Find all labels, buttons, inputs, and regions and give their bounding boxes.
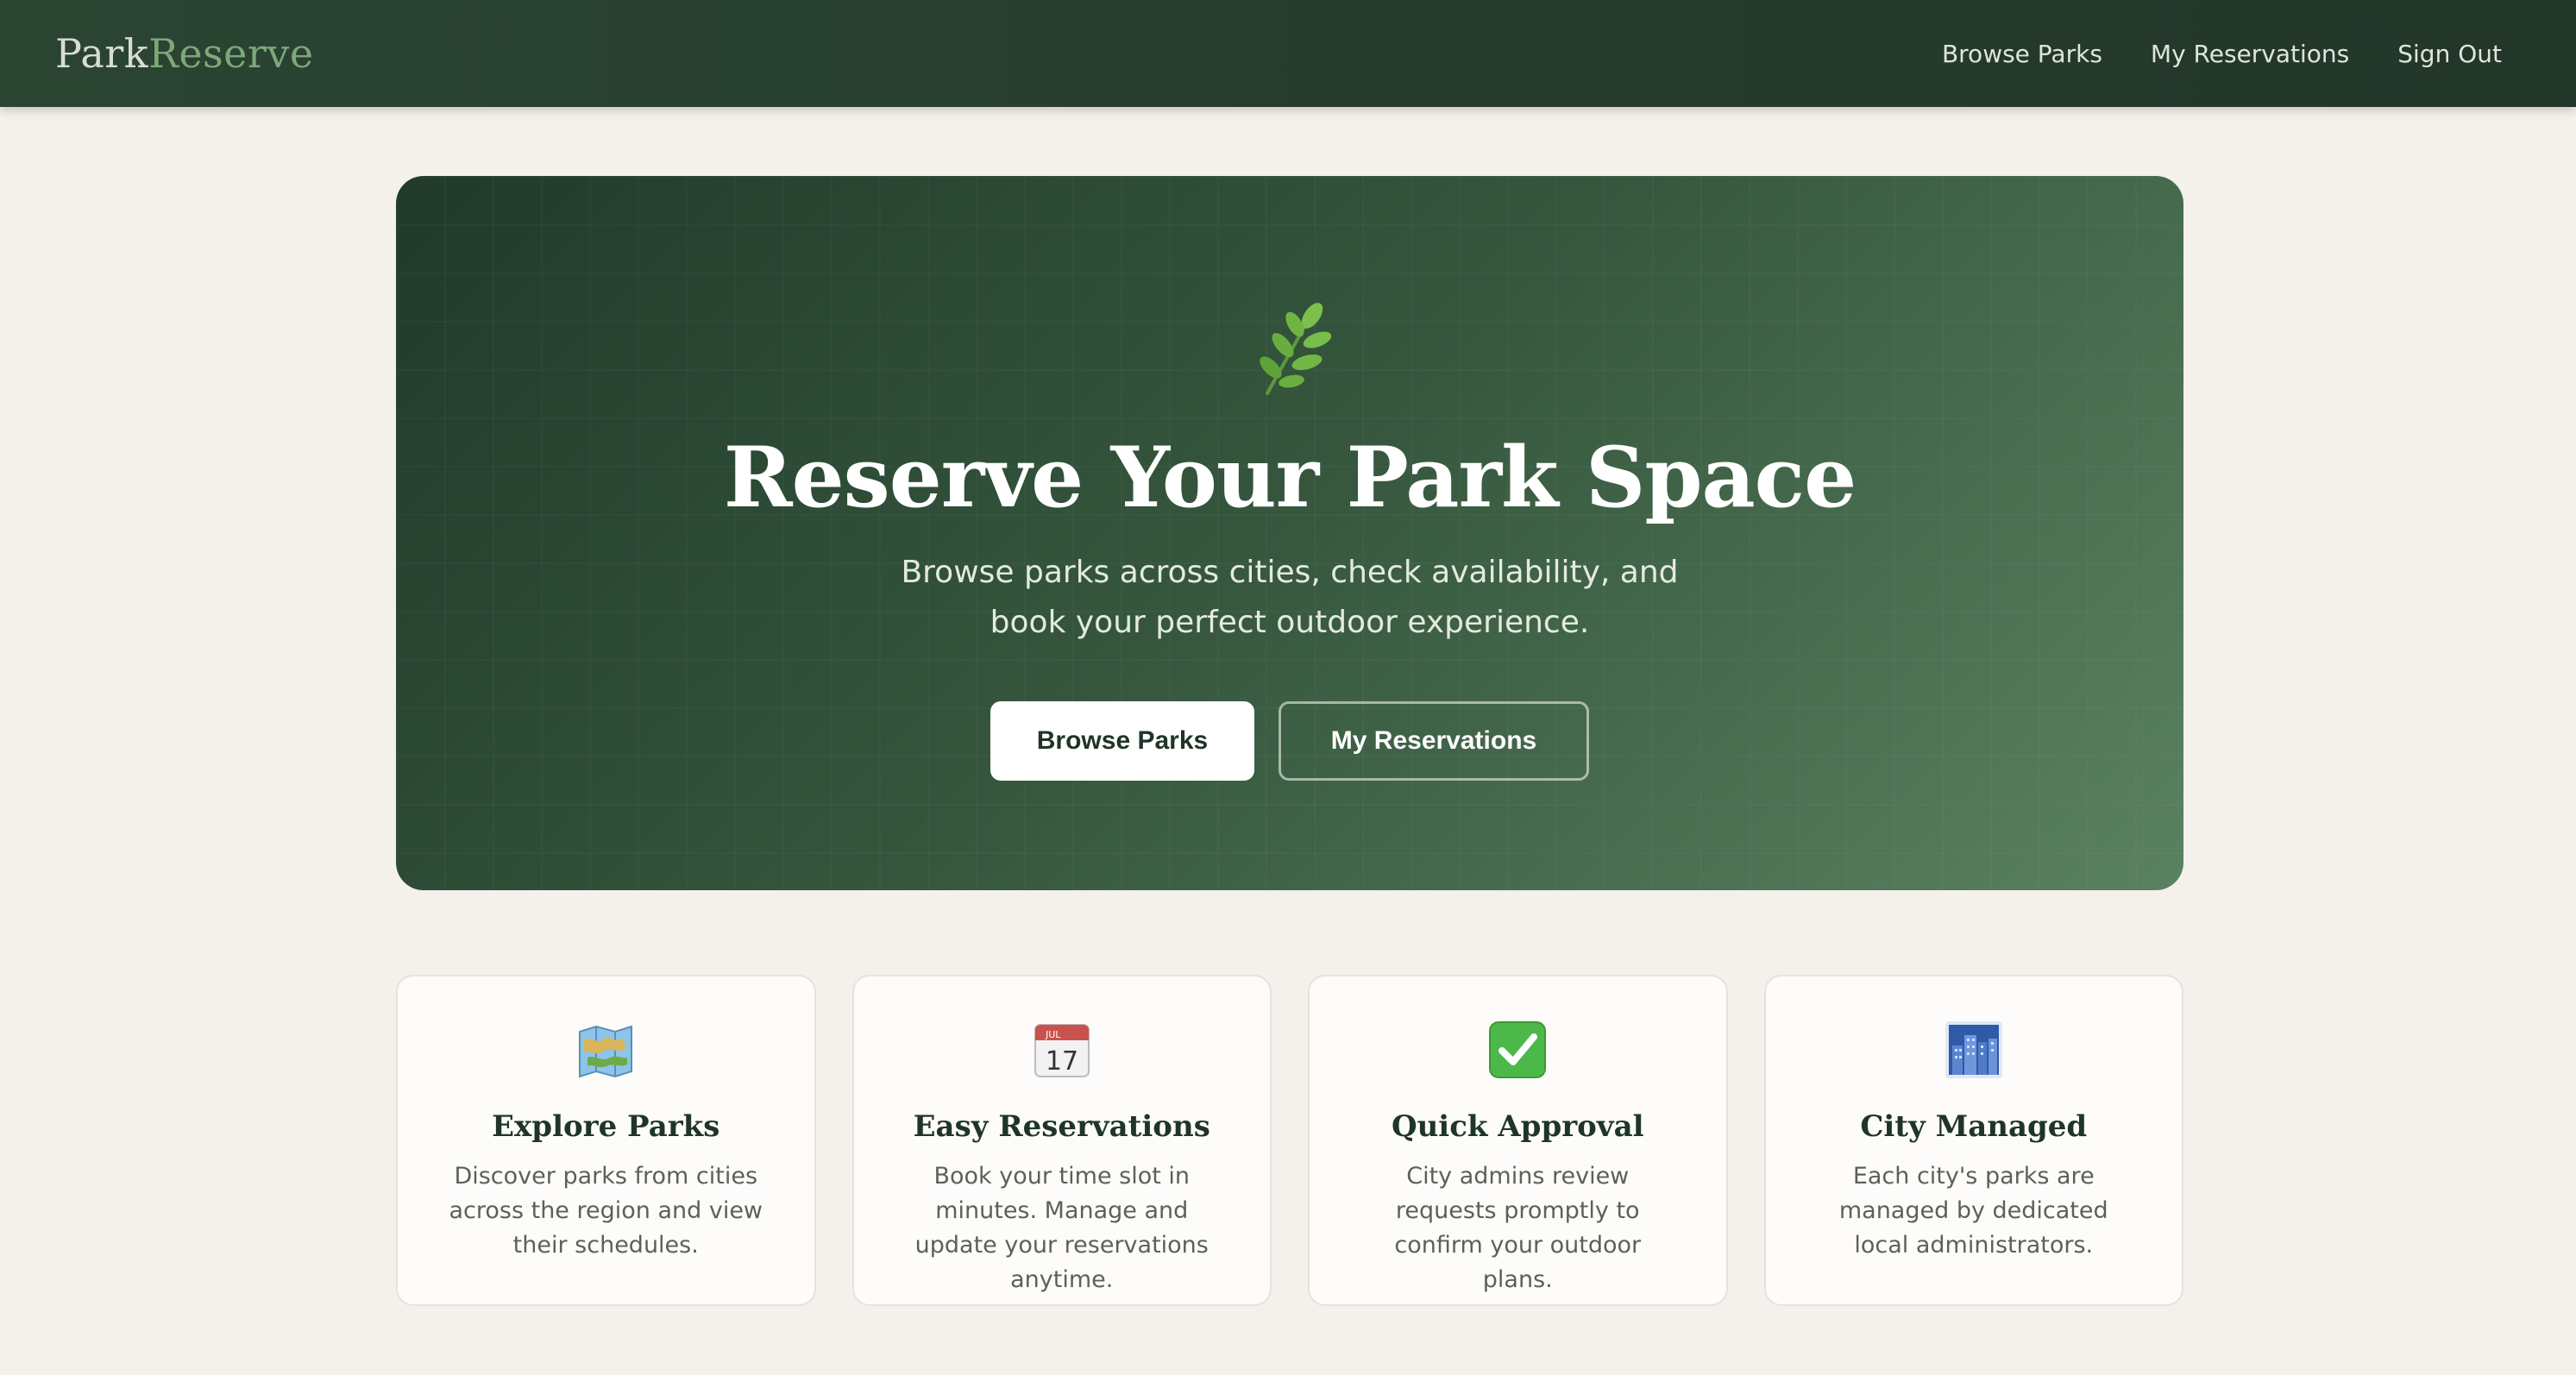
check-mark-icon <box>1489 1021 1547 1078</box>
hero-content: Reserve Your Park Space Browse parks acr… <box>396 176 2183 890</box>
hero-title: Reserve Your Park Space <box>723 429 1857 526</box>
logo-text-reserve: Reserve <box>148 30 314 77</box>
nav-links: Browse Parks My Reservations Sign Out <box>1942 40 2502 68</box>
browse-parks-button[interactable]: Browse Parks <box>990 700 1254 781</box>
feature-description: Each city's parks are managed by dedicat… <box>1838 1163 2108 1259</box>
feature-description: Discover parks from cities across the re… <box>449 1163 763 1259</box>
features-section: Explore Parks Discover parks from cities… <box>396 975 2183 1306</box>
calendar-day-text: 17 <box>1046 1046 1078 1077</box>
my-reservations-button[interactable]: My Reservations <box>1279 700 1589 781</box>
feature-card-city-managed: City Managed Each city's parks are manag… <box>1763 975 2183 1306</box>
leaf-branch-icon <box>1260 303 1332 395</box>
feature-description: City admins review requests promptly to … <box>1394 1163 1642 1293</box>
nav-link-browse-parks[interactable]: Browse Parks <box>1942 40 2102 68</box>
nav-link-my-reservations[interactable]: My Reservations <box>2151 40 2349 68</box>
feature-title: Easy Reservations <box>913 1109 1210 1144</box>
logo-text-park: Park <box>55 30 149 77</box>
brand-logo[interactable]: Park Reserve <box>55 30 314 77</box>
feature-card-explore-parks: Explore Parks Discover parks from cities… <box>396 975 816 1306</box>
map-icon <box>579 1025 633 1078</box>
top-navbar: Park Reserve Browse Parks My Reservations… <box>0 0 2576 107</box>
feature-title: Explore Parks <box>492 1109 720 1144</box>
nav-link-sign-out[interactable]: Sign Out <box>2397 40 2502 68</box>
hero-subtitle: Browse parks across cities, check availa… <box>901 554 1679 640</box>
feature-description: Book your time slot in minutes. Manage a… <box>914 1163 1209 1293</box>
city-buildings-icon <box>1945 1021 2002 1078</box>
hero-banner: Reserve Your Park Space Browse parks acr… <box>396 176 2183 890</box>
feature-card-quick-approval: Quick Approval City admins review reques… <box>1308 975 1728 1306</box>
calendar-icon: JUL 17 <box>1034 1024 1090 1077</box>
feature-title: Quick Approval <box>1391 1109 1644 1144</box>
calendar-month-text: JUL <box>1045 1029 1061 1040</box>
feature-title: City Managed <box>1860 1109 2088 1144</box>
hero-buttons: Browse Parks My Reservations <box>990 700 1589 781</box>
feature-card-easy-reservations: JUL 17 Easy Reservations Book your time … <box>851 975 1272 1306</box>
